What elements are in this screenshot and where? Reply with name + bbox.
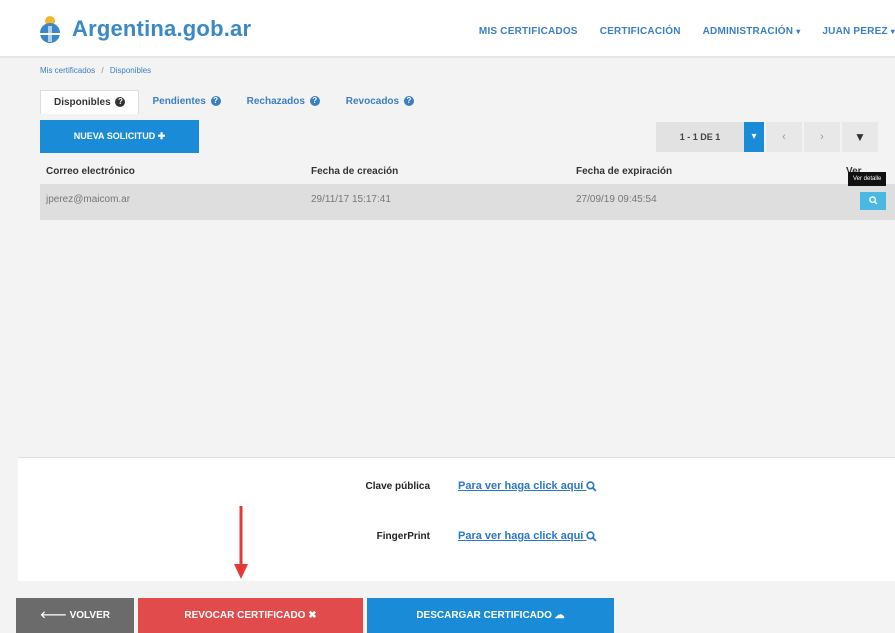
filter-icon: ▼ <box>854 130 866 144</box>
fingerprint-link-text: Para ver haga click aquí <box>458 530 584 542</box>
breadcrumb: Mis certificados / Disponibles <box>40 66 151 75</box>
tab-rechazados[interactable]: Rechazados ? <box>234 90 333 114</box>
question-icon: ? <box>309 96 320 107</box>
back-label: VOLVER <box>69 610 110 621</box>
top-navbar: Argentina.gob.ar MIS CERTIFICADOS CERTIF… <box>0 0 895 58</box>
cell-email: jperez@maicom.ar <box>46 194 131 205</box>
tab-disponibles[interactable]: Disponibles ? <box>40 90 140 114</box>
public-key-link-text: Para ver haga click aquí <box>458 480 584 492</box>
action-footer: 🡐 VOLVER REVOCAR CERTIFICADO ✖ DESCARGAR… <box>16 598 614 633</box>
tab-revocados[interactable]: Revocados ? <box>333 90 427 114</box>
cloud-download-icon: ☁ <box>554 610 565 621</box>
revoke-certificate-button[interactable]: REVOCAR CERTIFICADO ✖ <box>138 598 363 633</box>
certificate-tabs: Disponibles ? Pendientes ? Rechazados ? … <box>40 88 427 114</box>
pagination-info: 1 - 1 DE 1 <box>656 122 744 152</box>
brand[interactable]: Argentina.gob.ar <box>38 14 251 44</box>
nav-links: MIS CERTIFICADOS CERTIFICACIÓN ADMINISTR… <box>457 26 895 37</box>
download-label: DESCARGAR CERTIFICADO <box>416 610 552 621</box>
argentina-coat-of-arms-icon <box>40 16 60 43</box>
back-button[interactable]: 🡐 VOLVER <box>16 598 134 633</box>
tab-label: Pendientes <box>152 96 206 107</box>
public-key-label: Clave pública <box>365 481 430 492</box>
cell-created: 29/11/17 15:17:41 <box>311 194 391 205</box>
tab-label: Rechazados <box>246 96 305 107</box>
brand-name: Argentina.gob.ar <box>72 16 252 41</box>
question-icon: ? <box>210 96 221 107</box>
page-size-dropdown[interactable]: ▾ <box>744 122 764 152</box>
caret-down-icon: ▾ <box>751 131 757 142</box>
breadcrumb-current: Disponibles <box>109 66 152 75</box>
nav-mis-certificados[interactable]: MIS CERTIFICADOS <box>479 26 578 37</box>
search-icon <box>586 480 597 492</box>
pagination: 1 - 1 DE 1 ▾ ‹ › ▼ <box>656 122 878 152</box>
nav-certificacion[interactable]: CERTIFICACIÓN <box>600 26 681 37</box>
column-header-created[interactable]: Fecha de creación <box>311 166 398 177</box>
search-icon <box>868 196 878 205</box>
table-header: Correo electrónico Fecha de creación Fec… <box>40 160 895 184</box>
arrow-left-icon: 🡐 <box>40 610 67 621</box>
close-icon: ✖ <box>308 610 317 621</box>
view-details-button[interactable] <box>860 192 886 210</box>
prev-page-button[interactable]: ‹ <box>766 122 802 152</box>
nav-user-menu[interactable]: JUAN PEREZ ▾ <box>822 26 895 37</box>
nav-administracion-label: ADMINISTRACIÓN <box>702 26 794 37</box>
certificate-details-panel: Clave pública Para ver haga click aquí F… <box>18 457 895 581</box>
question-icon: ? <box>115 97 126 108</box>
nav-administracion[interactable]: ADMINISTRACIÓN ▾ <box>703 26 801 37</box>
fingerprint-label: FingerPrint <box>376 531 430 542</box>
fingerprint-link[interactable]: Para ver haga click aquí <box>458 530 597 542</box>
caret-down-icon: ▾ <box>796 27 801 36</box>
table-row[interactable]: jperez@maicom.ar 29/11/17 15:17:41 27/09… <box>40 172 895 220</box>
new-request-button[interactable]: NUEVA SOLICITUD ✚ <box>40 120 199 153</box>
nav-user-name: JUAN PEREZ <box>822 26 888 37</box>
breadcrumb-separator: / <box>101 66 104 75</box>
caret-down-icon: ▾ <box>890 27 895 36</box>
tab-pendientes[interactable]: Pendientes ? <box>139 90 233 114</box>
cell-expires: 27/09/19 09:45:54 <box>576 194 657 205</box>
download-certificate-button[interactable]: DESCARGAR CERTIFICADO ☁ <box>367 598 614 633</box>
question-icon: ? <box>403 96 414 107</box>
red-arrow-annotation <box>234 506 248 579</box>
search-icon <box>586 530 597 542</box>
plus-icon: ✚ <box>157 131 166 141</box>
view-details-tooltip: Ver detalle <box>848 172 887 186</box>
new-request-label: NUEVA SOLICITUD <box>73 131 156 141</box>
column-header-expires[interactable]: Fecha de expiración <box>576 166 672 177</box>
tab-label: Disponibles <box>54 97 111 108</box>
tab-label: Revocados <box>345 96 400 107</box>
filter-button[interactable]: ▼ <box>842 122 878 152</box>
column-header-email[interactable]: Correo electrónico <box>46 166 135 177</box>
public-key-link[interactable]: Para ver haga click aquí <box>458 480 597 492</box>
breadcrumb-root[interactable]: Mis certificados <box>40 66 95 75</box>
next-page-button[interactable]: › <box>804 122 840 152</box>
revoke-label: REVOCAR CERTIFICADO <box>184 610 306 621</box>
